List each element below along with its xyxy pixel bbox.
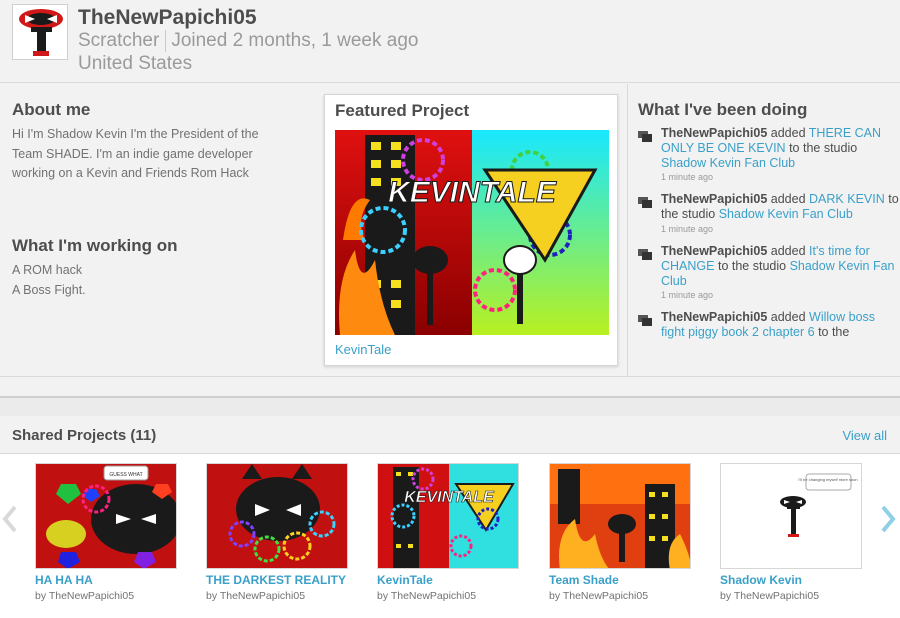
- activity-feed: What I've been doing TheNewPapichi05 add…: [628, 84, 900, 350]
- profile-meta: Scratcher Joined 2 months, 1 week ago: [78, 30, 418, 52]
- project-thumbnail[interactable]: [206, 463, 348, 569]
- project-card[interactable]: Team Shade by TheNewPapichi05: [549, 463, 691, 602]
- activity-user-link[interactable]: TheNewPapichi05: [661, 126, 767, 140]
- activity-studio-link[interactable]: Shadow Kevin Fan Club: [719, 207, 853, 221]
- project-author: by TheNewPapichi05: [35, 590, 135, 602]
- activity-user-link[interactable]: TheNewPapichi05: [661, 244, 767, 258]
- activity-verb: added: [770, 192, 806, 207]
- activity-time: 1 minute ago: [661, 172, 714, 183]
- working-on-text: A ROM hack A Boss Fight.: [12, 261, 292, 300]
- activity-text: TheNewPapichi05 added THERE CAN ONLY BE …: [661, 126, 900, 170]
- featured-project-thumbnail[interactable]: KEVINTALE: [335, 130, 609, 335]
- project-thumbnail[interactable]: KEVINTALE: [377, 463, 519, 569]
- studio-activity-icon: [638, 131, 652, 142]
- about-me-heading: About me: [12, 100, 91, 119]
- project-thumbnail[interactable]: [549, 463, 691, 569]
- project-author: by TheNewPapichi05: [720, 590, 820, 602]
- shared-projects-section: Shared Projects (11) View all GUESS WHAT…: [0, 416, 900, 618]
- bio-column: About me Hi I'm Shadow Kevin I'm the Pre…: [0, 84, 320, 376]
- activity-project-link[interactable]: DARK KEVIN: [809, 192, 885, 206]
- activity-verb: added: [770, 243, 806, 258]
- activity-time: 1 minute ago: [661, 290, 714, 301]
- activity-item: TheNewPapichi05 added Willow boss fight …: [638, 310, 900, 340]
- activity-text: TheNewPapichi05 added Willow boss fight …: [661, 310, 900, 340]
- thumb-speech-text: I'll be changing myself more soon: [798, 477, 857, 482]
- activity-item: TheNewPapichi05 added DARK KEVIN to the …: [638, 192, 900, 234]
- project-title-link[interactable]: Shadow Kevin: [720, 573, 862, 587]
- working-on-line: A ROM hack: [12, 263, 83, 277]
- activity-text: TheNewPapichi05 added DARK KEVIN to the …: [661, 192, 900, 222]
- project-thumbnail[interactable]: GUESS WHAT: [35, 463, 177, 569]
- project-title-link[interactable]: Team Shade: [549, 573, 691, 587]
- activity-list: TheNewPapichi05 added THERE CAN ONLY BE …: [638, 126, 900, 350]
- featured-project-heading: Featured Project: [335, 101, 470, 120]
- project-card[interactable]: THE DARKEST REALITY by TheNewPapichi05: [206, 463, 348, 602]
- project-title-link[interactable]: KevinTale: [377, 573, 519, 587]
- project-card[interactable]: KEVINTALE KevinTale by TheNewPapichi05: [377, 463, 519, 602]
- section-spacer: [0, 376, 900, 396]
- view-all-link[interactable]: View all: [842, 428, 887, 443]
- project-author: by TheNewPapichi05: [549, 590, 649, 602]
- activity-user-link[interactable]: TheNewPapichi05: [661, 310, 767, 324]
- activity-connector: to the: [818, 325, 850, 340]
- user-country: United States: [78, 53, 193, 74]
- joined-date: Joined 2 months, 1 week ago: [171, 30, 419, 52]
- shared-projects-header: Shared Projects (11) View all: [0, 416, 900, 454]
- project-card[interactable]: I'll be changing myself more soon Shadow…: [720, 463, 862, 602]
- activity-verb: added: [770, 310, 806, 325]
- activity-user-link[interactable]: TheNewPapichi05: [661, 192, 767, 206]
- activity-connector: to the studio: [717, 258, 787, 273]
- username: TheNewPapichi05: [78, 6, 257, 29]
- section-spacer: [0, 396, 900, 416]
- activity-connector: to the studio: [789, 140, 858, 155]
- activity-text: TheNewPapichi05 added It's time for CHAN…: [661, 244, 900, 288]
- featured-project-link[interactable]: KevinTale: [335, 342, 391, 357]
- featured-project-card: Featured Project KEVINTALE KevinTale: [324, 94, 618, 366]
- studio-activity-icon: [638, 315, 652, 327]
- activity-studio-link[interactable]: Shadow Kevin Fan Club: [661, 156, 795, 170]
- working-on-heading: What I'm working on: [12, 236, 178, 255]
- activity-verb: added: [770, 126, 806, 140]
- project-author: by TheNewPapichi05: [206, 590, 306, 602]
- profile-header: TheNewPapichi05 Scratcher Joined 2 months…: [0, 0, 900, 83]
- studio-activity-icon: [638, 197, 652, 209]
- profile-main: About me Hi I'm Shadow Kevin I'm the Pre…: [0, 84, 900, 376]
- thumb-title-text: KEVINTALE: [404, 489, 495, 506]
- activity-item: TheNewPapichi05 added THERE CAN ONLY BE …: [638, 126, 900, 182]
- carousel-next-arrow-icon[interactable]: [880, 504, 896, 534]
- user-role: Scratcher: [78, 30, 160, 52]
- working-on-line: A Boss Fight.: [12, 282, 86, 297]
- about-me-text: Hi I'm Shadow Kevin I'm the President of…: [12, 127, 259, 180]
- meta-divider: [165, 30, 167, 52]
- project-card[interactable]: GUESS WHAT HA HA HA by TheNewPapichi05: [35, 463, 177, 602]
- project-title-link[interactable]: HA HA HA: [35, 573, 177, 587]
- project-thumbnail[interactable]: I'll be changing myself more soon: [720, 463, 862, 569]
- studio-activity-icon: [638, 248, 652, 260]
- carousel-prev-arrow-icon[interactable]: [2, 504, 18, 534]
- avatar[interactable]: [12, 4, 68, 60]
- project-title-link[interactable]: THE DARKEST REALITY: [206, 573, 348, 587]
- activity-time: 1 minute ago: [661, 223, 714, 234]
- shared-projects-heading: Shared Projects (11): [12, 427, 157, 444]
- featured-thumb-text: KEVINTALE: [388, 176, 557, 209]
- project-author: by TheNewPapichi05: [377, 590, 477, 602]
- activity-item: TheNewPapichi05 added It's time for CHAN…: [638, 244, 900, 300]
- thumb-speech-text: GUESS WHAT: [109, 472, 142, 478]
- activity-heading: What I've been doing: [638, 100, 808, 119]
